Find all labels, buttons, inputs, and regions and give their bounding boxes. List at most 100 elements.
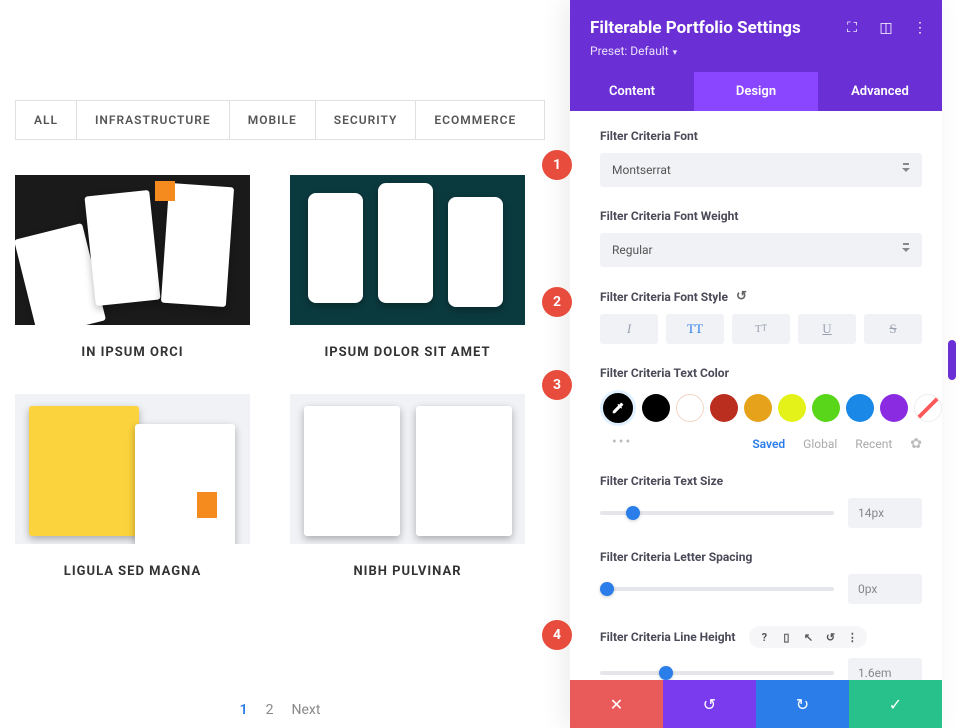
portfolio-title: IN IPSUM ORCI [81, 343, 183, 364]
filter-all[interactable]: ALL [16, 101, 77, 139]
undo-icon: ↺ [703, 695, 716, 714]
underline-button[interactable]: U [798, 314, 856, 344]
swatch-white[interactable] [676, 394, 704, 422]
slider-letterspacing[interactable] [600, 587, 834, 591]
select-font[interactable]: Montserrat [600, 153, 922, 187]
reset-icon[interactable]: ↺ [736, 289, 747, 304]
label-style: Filter Criteria Font Style ↺ [600, 289, 922, 304]
smallcaps-button[interactable]: TT [732, 314, 790, 344]
palette-tabs: Saved Global Recent ✿ [600, 436, 922, 452]
undo-button[interactable]: ↺ [663, 680, 756, 728]
swatch-green[interactable] [812, 394, 840, 422]
menu-icon[interactable]: ⋮ [912, 20, 928, 36]
field-lineheight: Filter Criteria Line Height ? ▯ ↖ ↺ ⋮ 1.… [600, 626, 922, 680]
tab-advanced[interactable]: Advanced [818, 72, 942, 111]
field-textcolor: Filter Criteria Text Color ••• Saved Glo… [600, 366, 922, 452]
swatch-yellow[interactable] [778, 394, 806, 422]
expand-icon[interactable]: ⛶ [844, 20, 860, 36]
swatch-blue[interactable] [846, 394, 874, 422]
label-textsize: Filter Criteria Text Size [600, 474, 922, 488]
field-style: Filter Criteria Font Style ↺ I TT TT U S [600, 289, 922, 344]
swatch-orange[interactable] [744, 394, 772, 422]
field-letterspacing: Filter Criteria Letter Spacing 0px [600, 550, 922, 604]
value-letterspacing[interactable]: 0px [848, 574, 922, 604]
responsive-icon[interactable]: ◫ [878, 20, 894, 36]
slider-textsize[interactable] [600, 511, 834, 515]
uppercase-button[interactable]: TT [666, 314, 724, 344]
filter-security[interactable]: SECURITY [316, 101, 417, 139]
portfolio-title: IPSUM DOLOR SIT AMET [324, 343, 490, 364]
portfolio-preview: ALL INFRASTRUCTURE MOBILE SECURITY ECOMM… [0, 0, 560, 728]
swatch-transparent[interactable] [914, 394, 942, 422]
portfolio-card[interactable]: IN IPSUM ORCI [15, 175, 250, 364]
select-weight[interactable]: Regular [600, 233, 922, 267]
value-textsize[interactable]: 14px [848, 498, 922, 528]
panel-body: Filter Criteria Font Montserrat Filter C… [570, 111, 942, 680]
portfolio-thumb [15, 394, 250, 544]
lineheight-toolbar: ? ▯ ↖ ↺ ⋮ [749, 626, 867, 648]
value-lineheight[interactable]: 1.6em [848, 658, 922, 680]
check-icon: ✓ [889, 695, 902, 714]
page-1[interactable]: 1 [240, 702, 248, 718]
portfolio-card[interactable]: LIGULA SED MAGNA [15, 394, 250, 583]
portfolio-card[interactable]: IPSUM DOLOR SIT AMET [290, 175, 525, 364]
pagination: 1 2 Next [0, 702, 560, 718]
filter-ecommerce[interactable]: ECOMMERCE [416, 101, 534, 139]
palette-saved[interactable]: Saved [752, 437, 785, 451]
strikethrough-button[interactable]: S [864, 314, 922, 344]
label-letterspacing: Filter Criteria Letter Spacing [600, 550, 922, 564]
redo-icon: ↻ [796, 695, 809, 714]
portfolio-grid: IN IPSUM ORCI IPSUM DOLOR SIT AMET LIGUL… [0, 140, 560, 583]
swatch-black[interactable] [642, 394, 670, 422]
field-textsize: Filter Criteria Text Size 14px [600, 474, 922, 528]
annotation-badge-4: 4 [542, 620, 572, 650]
filter-bar: ALL INFRASTRUCTURE MOBILE SECURITY ECOMM… [15, 100, 545, 140]
palette-recent[interactable]: Recent [855, 437, 892, 451]
label-font: Filter Criteria Font [600, 129, 922, 143]
portfolio-title: LIGULA SED MAGNA [64, 562, 201, 583]
style-buttons: I TT TT U S [600, 314, 922, 344]
settings-panel: Filterable Portfolio Settings Preset: De… [570, 0, 942, 728]
italic-button[interactable]: I [600, 314, 658, 344]
help-icon[interactable]: ? [755, 628, 773, 646]
tab-design[interactable]: Design [694, 72, 818, 111]
eyedropper-button[interactable] [600, 390, 636, 426]
more-icon[interactable]: ⋮ [843, 628, 861, 646]
tab-content[interactable]: Content [570, 72, 694, 111]
redo-button[interactable]: ↻ [756, 680, 849, 728]
swatch-purple[interactable] [880, 394, 908, 422]
portfolio-title: NIBH PULVINAR [353, 562, 461, 583]
phone-icon[interactable]: ▯ [777, 628, 795, 646]
reset-icon[interactable]: ↺ [821, 628, 839, 646]
annotation-badge-3: 3 [542, 370, 572, 400]
cancel-button[interactable]: ✕ [570, 680, 663, 728]
page-next[interactable]: Next [291, 702, 320, 718]
swatch-red[interactable] [710, 394, 738, 422]
filter-mobile[interactable]: MOBILE [230, 101, 316, 139]
page-2[interactable]: 2 [266, 702, 274, 718]
slider-lineheight[interactable] [600, 671, 834, 675]
portfolio-thumb [15, 175, 250, 325]
color-swatches [600, 390, 922, 426]
annotation-badge-2: 2 [542, 287, 572, 317]
field-font: Filter Criteria Font Montserrat [600, 129, 922, 187]
save-button[interactable]: ✓ [849, 680, 942, 728]
label-textcolor: Filter Criteria Text Color [600, 366, 922, 380]
scroll-indicator[interactable] [948, 340, 956, 380]
action-bar: ✕ ↺ ↻ ✓ [570, 680, 942, 728]
portfolio-card[interactable]: NIBH PULVINAR [290, 394, 525, 583]
annotation-badge-1: 1 [542, 150, 572, 180]
field-weight: Filter Criteria Font Weight Regular [600, 209, 922, 267]
panel-preset[interactable]: Preset: Default [590, 44, 922, 58]
hover-icon[interactable]: ↖ [799, 628, 817, 646]
panel-tabs: Content Design Advanced [570, 72, 942, 111]
close-icon: ✕ [610, 695, 623, 714]
label-lineheight: Filter Criteria Line Height ? ▯ ↖ ↺ ⋮ [600, 626, 922, 648]
palette-global[interactable]: Global [803, 437, 837, 451]
panel-header-icons: ⛶ ◫ ⋮ [844, 20, 928, 36]
palette-gear-icon[interactable]: ✿ [910, 436, 922, 452]
label-lineheight-text: Filter Criteria Line Height [600, 630, 735, 644]
filter-infrastructure[interactable]: INFRASTRUCTURE [77, 101, 230, 139]
panel-header: Filterable Portfolio Settings Preset: De… [570, 0, 942, 72]
portfolio-thumb [290, 394, 525, 544]
